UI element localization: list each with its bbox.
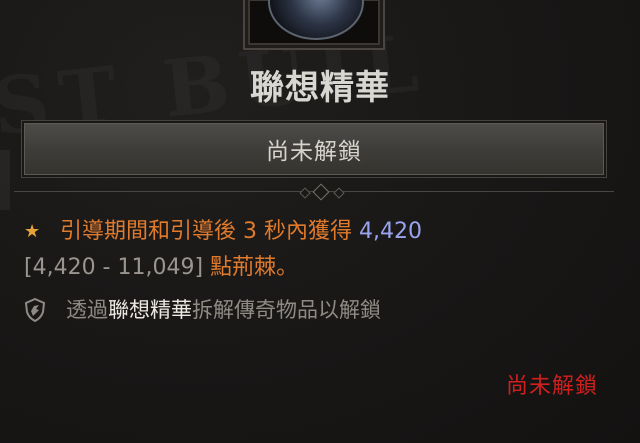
unlock-hint: 透過 聯想精華 拆解傳奇物品以解鎖	[24, 294, 614, 326]
lock-status-banner: 尚未解鎖	[24, 123, 604, 175]
lock-status-label: 尚未解鎖	[266, 139, 362, 165]
section-divider	[14, 183, 614, 201]
divider-ornament-icon	[312, 183, 330, 201]
unlock-hint-highlight: 聯想精華	[108, 298, 192, 322]
affix-suffix: 點荊棘。	[210, 255, 299, 280]
star-icon: ★	[24, 221, 41, 242]
footer-lock-status: 尚未解鎖	[505, 374, 598, 399]
affix-prefix: 引導期間和引導後 3 秒內獲得	[60, 219, 352, 244]
unlock-hint-after: 拆解傳奇物品以解鎖	[192, 298, 381, 322]
affix-value: 4,420	[358, 219, 422, 244]
unlock-hint-before: 透過	[66, 298, 108, 322]
background-decoration	[0, 150, 10, 210]
item-name: 聯想精華	[250, 68, 390, 108]
item-tooltip: ST BUIL 聯想精華 尚未解鎖 ★引導期間和引導後 3 秒內獲得 4,420…	[0, 0, 640, 443]
affix-description: ★ 引導期間和引導後 3 秒內獲得 4,420 [4,420 - 11,049] …	[24, 214, 614, 286]
shield-icon	[24, 298, 46, 322]
affix-range: [4,420 - 11,049]	[24, 255, 204, 280]
